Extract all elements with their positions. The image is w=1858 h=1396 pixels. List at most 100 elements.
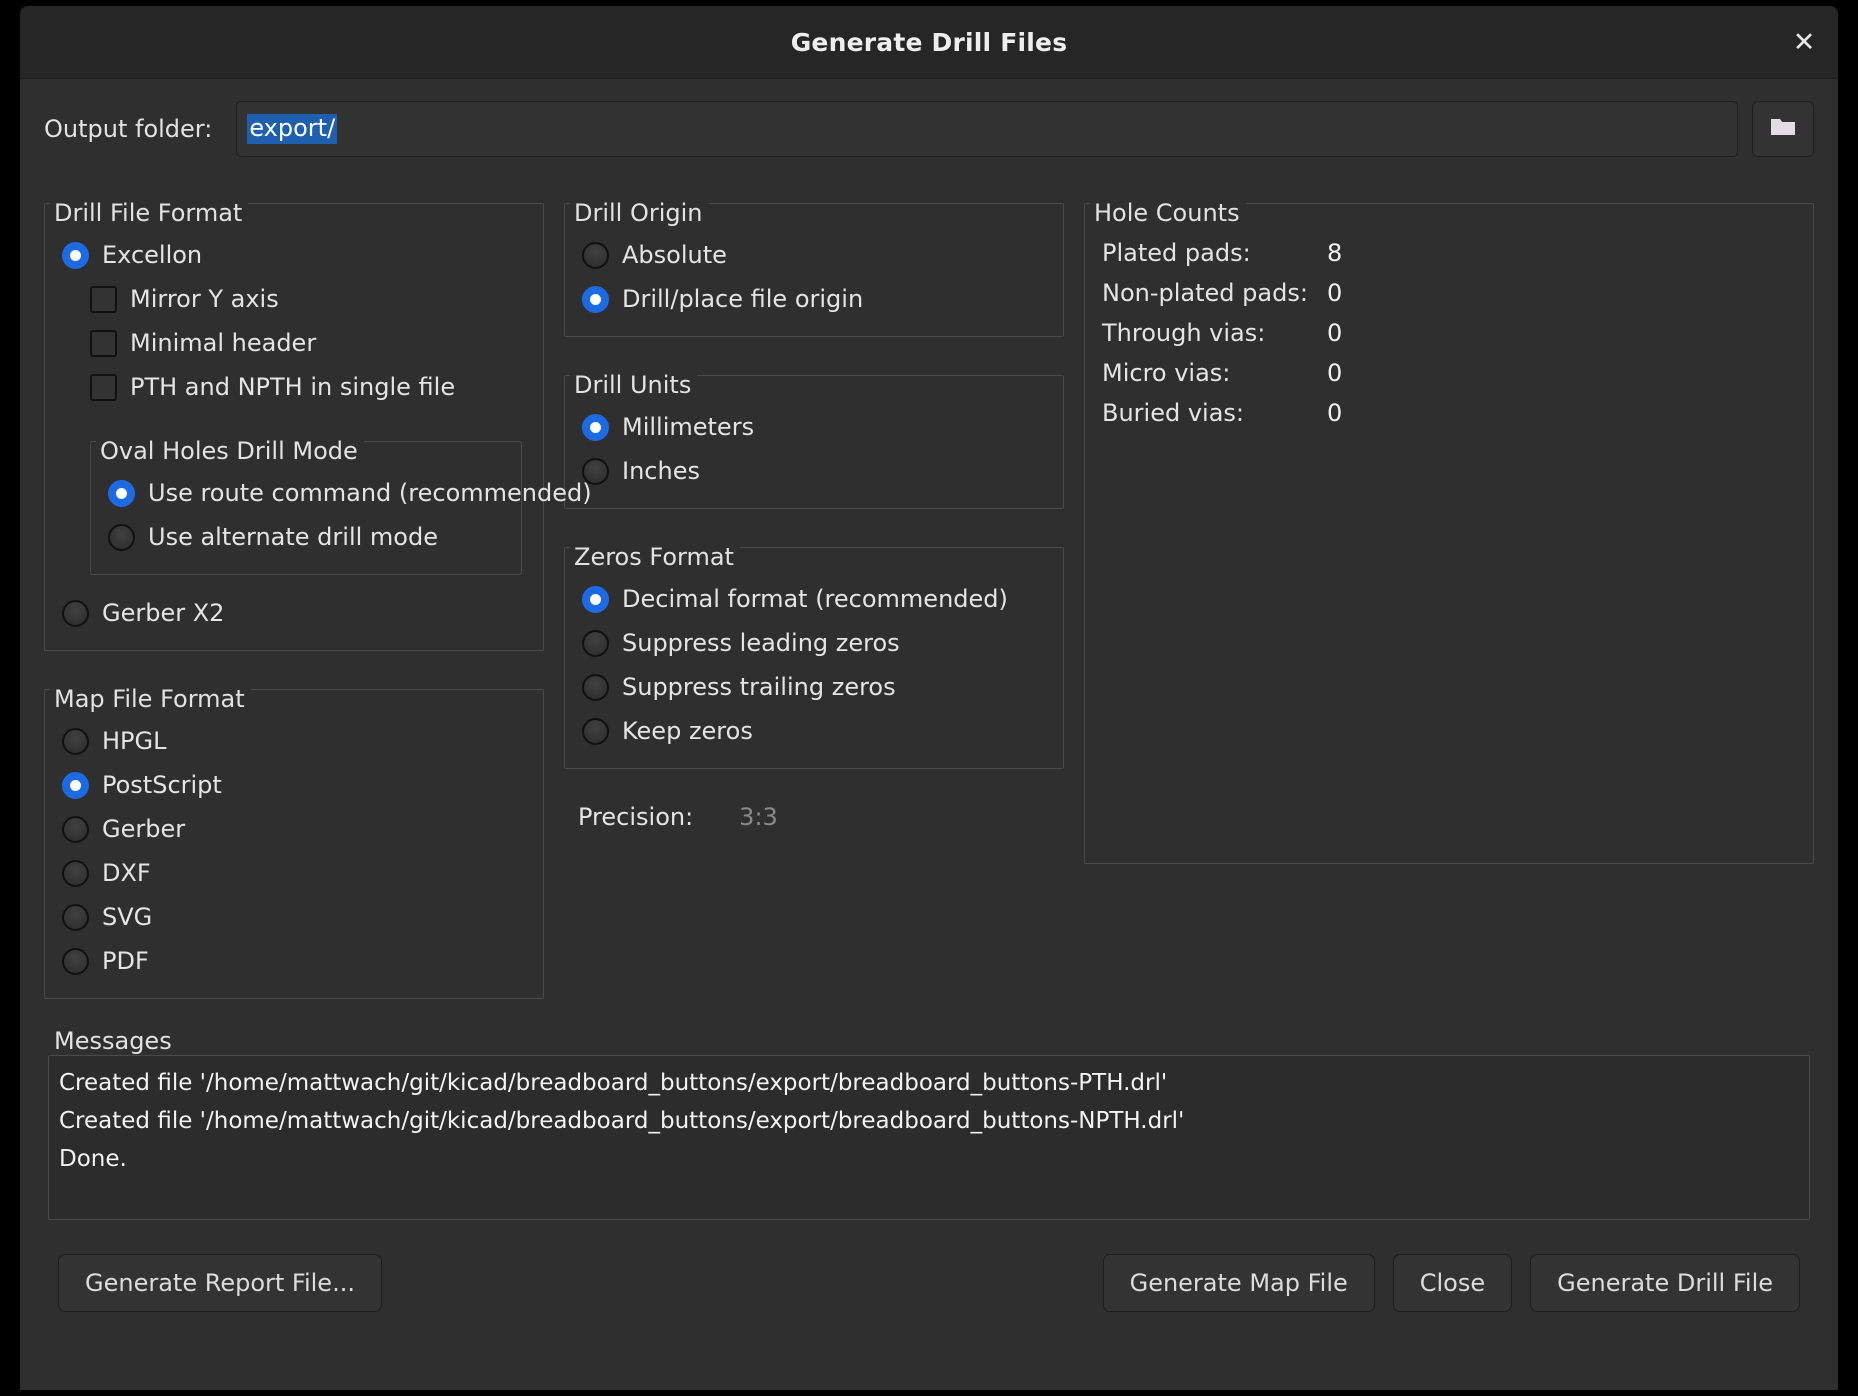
hole-counts-group: Hole Counts Plated pads: 8 Non-plated pa…: [1084, 191, 1814, 864]
drill-units-group: Drill Units Millimeters Inches: [564, 363, 1064, 509]
checkbox-minimal-header[interactable]: Minimal header: [90, 321, 526, 365]
radio-units-inches-indicator: [582, 458, 609, 485]
precision-value: 3:3: [739, 803, 778, 831]
left-column: Drill File Format Excellon Mirror Y axis: [44, 165, 544, 999]
drill-file-format-group: Drill File Format Excellon Mirror Y axis: [44, 191, 544, 651]
radio-map-dxf-indicator: [62, 860, 89, 887]
hole-count-row: Through vias: 0: [1102, 313, 1796, 353]
radio-map-pdf-indicator: [62, 948, 89, 975]
radio-map-dxf[interactable]: DXF: [62, 851, 526, 895]
radio-map-hpgl[interactable]: HPGL: [62, 719, 526, 763]
radio-gerber-x2-indicator: [62, 600, 89, 627]
radio-use-route-command-indicator: [108, 480, 135, 507]
radio-map-gerber-indicator: [62, 816, 89, 843]
radio-origin-absolute[interactable]: Absolute: [582, 233, 1046, 277]
plated-pads-label: Plated pads:: [1102, 239, 1327, 267]
map-file-format-group: Map File Format HPGL PostScript Gerbe: [44, 677, 544, 999]
radio-zeros-suppress-leading-label: Suppress leading zeros: [622, 629, 900, 657]
hole-count-row: Micro vias: 0: [1102, 353, 1796, 393]
hole-count-row: Non-plated pads: 0: [1102, 273, 1796, 313]
generate-map-file-button[interactable]: Generate Map File: [1103, 1254, 1375, 1312]
hole-count-row: Plated pads: 8: [1102, 233, 1796, 273]
radio-units-inches-label: Inches: [622, 457, 700, 485]
micro-vias-value: 0: [1327, 359, 1342, 387]
non-plated-pads-label: Non-plated pads:: [1102, 279, 1327, 307]
generate-drill-file-button[interactable]: Generate Drill File: [1530, 1254, 1800, 1312]
radio-gerber-x2[interactable]: Gerber X2: [62, 591, 526, 635]
checkbox-pth-npth-single-file-indicator: [90, 374, 117, 401]
radio-map-gerber-label: Gerber: [102, 815, 185, 843]
drill-units-title: Drill Units: [570, 372, 697, 398]
radio-zeros-decimal-format[interactable]: Decimal format (recommended): [582, 577, 1046, 621]
radio-origin-absolute-indicator: [582, 242, 609, 269]
radio-use-alternate-drill-mode-indicator: [108, 524, 135, 551]
close-button[interactable]: Close: [1393, 1254, 1512, 1312]
radio-zeros-suppress-trailing[interactable]: Suppress trailing zeros: [582, 665, 1046, 709]
messages-title: Messages: [50, 1028, 178, 1054]
precision-label: Precision:: [578, 803, 693, 831]
plated-pads-value: 8: [1327, 239, 1342, 267]
radio-map-pdf[interactable]: PDF: [62, 939, 526, 983]
message-line: Created file '/home/mattwach/git/kicad/b…: [59, 1102, 1799, 1140]
checkbox-minimal-header-label: Minimal header: [130, 329, 316, 357]
folder-icon: [1769, 115, 1797, 143]
buried-vias-value: 0: [1327, 399, 1342, 427]
radio-map-pdf-label: PDF: [102, 947, 149, 975]
oval-holes-drill-mode-title: Oval Holes Drill Mode: [96, 438, 364, 464]
messages-textbox[interactable]: Created file '/home/mattwach/git/kicad/b…: [48, 1055, 1810, 1220]
radio-zeros-suppress-leading[interactable]: Suppress leading zeros: [582, 621, 1046, 665]
radio-zeros-keep-indicator: [582, 718, 609, 745]
radio-units-millimeters-label: Millimeters: [622, 413, 754, 441]
radio-use-route-command-label: Use route command (recommended): [148, 479, 592, 507]
hole-counts-title: Hole Counts: [1090, 200, 1246, 226]
dialog-footer: Generate Report File... Generate Map Fil…: [32, 1232, 1826, 1312]
radio-zeros-keep-label: Keep zeros: [622, 717, 753, 745]
dialog-body: Output folder: export/ Drill File Format: [20, 79, 1838, 1390]
radio-map-hpgl-label: HPGL: [102, 727, 167, 755]
radio-origin-drill-place-file[interactable]: Drill/place file origin: [582, 277, 1046, 321]
radio-gerber-x2-label: Gerber X2: [102, 599, 224, 627]
radio-origin-drill-place-file-indicator: [582, 286, 609, 313]
drill-origin-title: Drill Origin: [570, 200, 709, 226]
buried-vias-label: Buried vias:: [1102, 399, 1327, 427]
close-icon[interactable]: ✕: [1784, 22, 1824, 62]
radio-use-route-command[interactable]: Use route command (recommended): [108, 471, 504, 515]
zeros-format-group: Zeros Format Decimal format (recommended…: [564, 535, 1064, 769]
radio-zeros-keep[interactable]: Keep zeros: [582, 709, 1046, 753]
radio-excellon-indicator: [62, 242, 89, 269]
dialog-title: Generate Drill Files: [791, 28, 1068, 57]
dialog-titlebar: Generate Drill Files ✕: [20, 6, 1838, 79]
right-column: Hole Counts Plated pads: 8 Non-plated pa…: [1084, 165, 1814, 864]
radio-map-gerber[interactable]: Gerber: [62, 807, 526, 851]
radio-excellon[interactable]: Excellon: [62, 233, 526, 277]
radio-map-postscript-label: PostScript: [102, 771, 222, 799]
radio-zeros-decimal-format-indicator: [582, 586, 609, 613]
messages-group: Messages Created file '/home/mattwach/gi…: [44, 1019, 1814, 1232]
through-vias-label: Through vias:: [1102, 319, 1327, 347]
radio-use-alternate-drill-mode-label: Use alternate drill mode: [148, 523, 438, 551]
generate-report-file-button[interactable]: Generate Report File...: [58, 1254, 382, 1312]
radio-units-inches[interactable]: Inches: [582, 449, 1046, 493]
radio-map-postscript-indicator: [62, 772, 89, 799]
browse-folder-button[interactable]: [1752, 101, 1814, 157]
checkbox-mirror-y-axis[interactable]: Mirror Y axis: [90, 277, 526, 321]
radio-map-postscript[interactable]: PostScript: [62, 763, 526, 807]
drill-file-format-title: Drill File Format: [50, 200, 248, 226]
radio-map-svg[interactable]: SVG: [62, 895, 526, 939]
message-line: Created file '/home/mattwach/git/kicad/b…: [59, 1064, 1799, 1102]
checkbox-pth-npth-single-file[interactable]: PTH and NPTH in single file: [90, 365, 526, 409]
radio-map-hpgl-indicator: [62, 728, 89, 755]
oval-holes-drill-mode-group: Oval Holes Drill Mode Use route command …: [90, 429, 522, 575]
message-line: Done.: [59, 1140, 1799, 1178]
output-folder-input[interactable]: export/: [236, 101, 1738, 157]
micro-vias-label: Micro vias:: [1102, 359, 1327, 387]
middle-column: Drill Origin Absolute Drill/place file o…: [564, 165, 1064, 831]
radio-use-alternate-drill-mode[interactable]: Use alternate drill mode: [108, 515, 504, 559]
checkbox-pth-npth-single-file-label: PTH and NPTH in single file: [130, 373, 455, 401]
map-file-format-title: Map File Format: [50, 686, 251, 712]
radio-map-svg-indicator: [62, 904, 89, 931]
radio-zeros-suppress-trailing-label: Suppress trailing zeros: [622, 673, 896, 701]
radio-units-millimeters[interactable]: Millimeters: [582, 405, 1046, 449]
output-folder-label: Output folder:: [44, 115, 212, 143]
messages-section: Messages Created file '/home/mattwach/gi…: [32, 999, 1826, 1232]
